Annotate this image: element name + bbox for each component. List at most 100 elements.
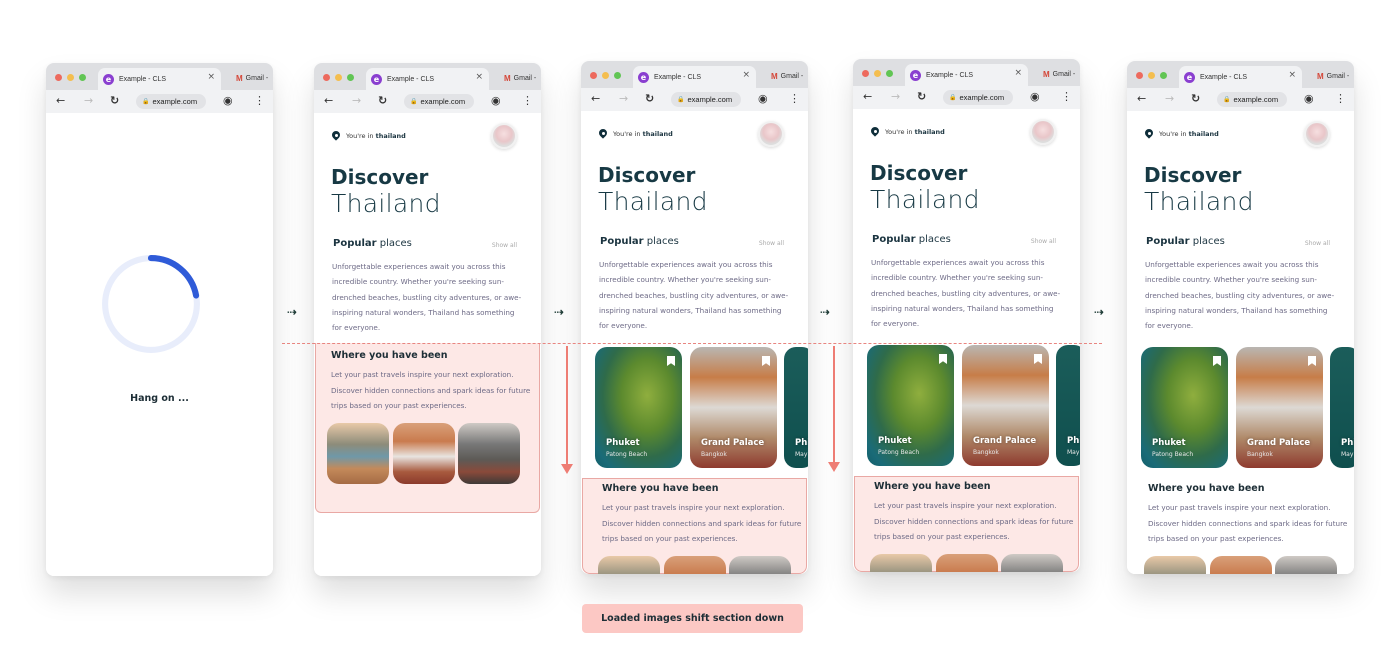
profile-icon[interactable]: ◉ [1304,92,1314,106]
location-name: thailand [642,130,673,138]
back-arrow-icon[interactable]: ← [56,94,65,108]
minimize-window-dot[interactable] [335,74,342,81]
browser-tab-active[interactable]: e Example - CLS × [905,64,1028,86]
past-trip-thumbnail[interactable] [598,556,660,574]
profile-icon[interactable]: ◉ [1030,90,1040,104]
address-bar[interactable]: 🔒 example.com [1217,92,1287,107]
forward-arrow-icon[interactable]: → [619,92,628,106]
past-trip-thumbnail[interactable] [1275,556,1337,574]
address-bar[interactable]: 🔒 example.com [136,94,206,109]
back-arrow-icon[interactable]: ← [591,92,600,106]
browser-tab-gmail[interactable]: M Gmail - [504,74,536,83]
browser-tab-gmail[interactable]: M Gmail - [1043,70,1075,79]
browser-menu-icon[interactable]: ⋮ [254,94,265,108]
past-trip-thumbnail[interactable] [1001,554,1063,572]
close-window-dot[interactable] [323,74,330,81]
close-window-dot[interactable] [590,72,597,79]
close-tab-icon[interactable]: × [1288,70,1296,80]
close-window-dot[interactable] [55,74,62,81]
close-tab-icon[interactable]: × [207,72,215,82]
past-trip-thumbnail[interactable] [1144,556,1206,574]
place-card[interactable]: Phi May [784,347,808,468]
back-arrow-icon[interactable]: ← [863,90,872,104]
reload-icon[interactable]: ↻ [110,94,119,108]
past-trip-thumbnail[interactable] [1210,556,1272,574]
minimize-window-dot[interactable] [1148,72,1155,79]
browser-tab-active[interactable]: e Example - CLS × [633,66,756,88]
back-arrow-icon[interactable]: ← [324,94,333,108]
bookmark-icon[interactable] [1213,356,1221,366]
browser-menu-icon[interactable]: ⋮ [1335,92,1346,106]
past-trip-thumbnail[interactable] [870,554,932,572]
place-card[interactable]: Phuket Patong Beach [1141,347,1228,468]
show-all-link[interactable]: Show all [1305,240,1330,247]
place-card[interactable]: Phi May [1330,347,1354,468]
maximize-window-dot[interactable] [614,72,621,79]
maximize-window-dot[interactable] [79,74,86,81]
past-trip-thumbnail[interactable] [458,423,520,484]
user-avatar[interactable] [1030,119,1056,145]
forward-arrow-icon[interactable]: → [891,90,900,104]
title-discover: Discover [598,163,696,187]
minimize-window-dot[interactable] [602,72,609,79]
browser-tab-gmail[interactable]: M Gmail - [771,72,803,81]
bookmark-icon[interactable] [1308,356,1316,366]
past-trip-thumbnail[interactable] [936,554,998,572]
close-tab-icon[interactable]: × [1014,68,1022,78]
place-card[interactable]: Phi May [1056,345,1080,466]
popular-rest: places [918,234,951,245]
bookmark-icon[interactable] [762,356,770,366]
profile-icon[interactable]: ◉ [491,94,501,108]
minimize-window-dot[interactable] [67,74,74,81]
reload-icon[interactable]: ↻ [917,90,926,104]
past-trip-thumbnail[interactable] [664,556,726,574]
place-card[interactable]: Phuket Patong Beach [595,347,682,468]
past-trip-thumbnail[interactable] [327,423,389,484]
forward-arrow-icon[interactable]: → [352,94,361,108]
browser-menu-icon[interactable]: ⋮ [522,94,533,108]
browser-tab-active[interactable]: e Example - CLS × [1179,66,1302,88]
place-card[interactable]: Grand Palace Bangkok [690,347,777,468]
place-card[interactable]: Grand Palace Bangkok [1236,347,1323,468]
show-all-link[interactable]: Show all [1031,238,1056,245]
forward-arrow-icon[interactable]: → [84,94,93,108]
place-card[interactable]: Phuket Patong Beach [867,345,954,466]
bookmark-icon[interactable] [667,356,675,366]
where-description: Let your past travels inspire your next … [1148,503,1348,543]
user-avatar[interactable] [1304,121,1330,147]
reload-icon[interactable]: ↻ [378,94,387,108]
show-all-link[interactable]: Show all [759,240,784,247]
past-trip-thumbnail[interactable] [393,423,455,484]
reload-icon[interactable]: ↻ [1191,92,1200,106]
browser-menu-icon[interactable]: ⋮ [1061,90,1072,104]
browser-tab-active[interactable]: e Example - CLS × [98,68,221,90]
close-window-dot[interactable] [862,70,869,77]
user-avatar[interactable] [491,123,517,149]
place-card[interactable]: Grand Palace Bangkok [962,345,1049,466]
close-tab-icon[interactable]: × [742,70,750,80]
browser-menu-icon[interactable]: ⋮ [789,92,800,106]
browser-tab-gmail[interactable]: M Gmail - [236,74,268,83]
close-tab-icon[interactable]: × [475,72,483,82]
bookmark-icon[interactable] [1034,354,1042,364]
profile-icon[interactable]: ◉ [223,94,233,108]
past-trip-thumbnail[interactable] [729,556,791,574]
maximize-window-dot[interactable] [886,70,893,77]
reload-icon[interactable]: ↻ [645,92,654,106]
place-card-title: Phi [1341,438,1354,448]
forward-arrow-icon[interactable]: → [1165,92,1174,106]
browser-tab-active[interactable]: e Example - CLS × [366,68,489,90]
profile-icon[interactable]: ◉ [758,92,768,106]
bookmark-icon[interactable] [939,354,947,364]
address-bar[interactable]: 🔒 example.com [943,90,1013,105]
maximize-window-dot[interactable] [347,74,354,81]
browser-tab-gmail[interactable]: M Gmail - [1317,72,1349,81]
close-window-dot[interactable] [1136,72,1143,79]
maximize-window-dot[interactable] [1160,72,1167,79]
user-avatar[interactable] [758,121,784,147]
minimize-window-dot[interactable] [874,70,881,77]
address-bar[interactable]: 🔒 example.com [404,94,474,109]
address-bar[interactable]: 🔒 example.com [671,92,741,107]
show-all-link[interactable]: Show all [492,242,517,249]
back-arrow-icon[interactable]: ← [1137,92,1146,106]
